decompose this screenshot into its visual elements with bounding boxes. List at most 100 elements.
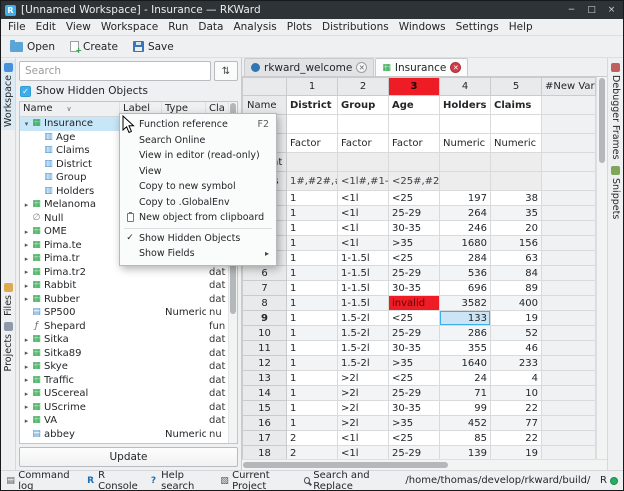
row-number[interactable]: 17	[243, 431, 287, 446]
data-cell[interactable]: 52	[491, 326, 542, 341]
menu-workspace[interactable]: Workspace	[96, 19, 163, 35]
tree-item-traffic[interactable]: ▸▦Trafficdat	[20, 374, 228, 388]
data-cell[interactable]: 1	[287, 416, 338, 431]
data-cell[interactable]: <25	[389, 251, 440, 266]
data-cell[interactable]: 1640	[440, 356, 491, 371]
data-cell[interactable]: 10	[491, 386, 542, 401]
menu-help[interactable]: Help	[504, 19, 538, 35]
data-cell[interactable]: <25	[389, 371, 440, 386]
data-cell[interactable]: 536	[440, 266, 491, 281]
meta-cell[interactable]	[491, 172, 542, 191]
menu-plots[interactable]: Plots	[282, 19, 317, 35]
meta-cell[interactable]	[440, 115, 491, 134]
data-cell[interactable]: 89	[491, 281, 542, 296]
meta-row-label[interactable]: Name	[243, 96, 287, 115]
horizontal-scrollbar[interactable]	[242, 459, 607, 470]
row-number[interactable]: 16	[243, 416, 287, 431]
statusbar-current-project-button[interactable]: ▧Current Project	[220, 470, 295, 491]
data-cell[interactable]: 1	[287, 326, 338, 341]
tree-item-sp500[interactable]: ▤SP500Numericnu	[20, 306, 228, 320]
data-cell[interactable]: >2l	[338, 401, 389, 416]
expander-icon[interactable]: ▸	[22, 268, 31, 276]
data-cell[interactable]: 30-35	[389, 401, 440, 416]
meta-cell[interactable]: District	[287, 96, 338, 115]
data-cell[interactable]: 22	[491, 401, 542, 416]
data-cell[interactable]: 1-1.5l	[338, 251, 389, 266]
tree-item-va[interactable]: ▸▦VAdat	[20, 414, 228, 428]
data-cell[interactable]: 1	[287, 371, 338, 386]
data-cell[interactable]: <1l	[338, 431, 389, 446]
data-cell[interactable]: 1680	[440, 236, 491, 251]
row-number[interactable]: 12	[243, 356, 287, 371]
data-cell[interactable]: 3582	[440, 296, 491, 311]
data-cell[interactable]: 233	[491, 356, 542, 371]
minimize-icon[interactable]: −	[564, 5, 579, 15]
data-cell[interactable]: 197	[440, 191, 491, 206]
new-variable-cell[interactable]	[542, 431, 596, 446]
menu-edit[interactable]: Edit	[31, 19, 61, 35]
column-header-1[interactable]: 1	[287, 78, 338, 96]
vertical-scrollbar[interactable]	[596, 77, 607, 459]
meta-cell[interactable]	[389, 115, 440, 134]
data-cell[interactable]: 1	[287, 401, 338, 416]
new-variable-cell[interactable]	[542, 341, 596, 356]
horizontal-scrollbar-thumb[interactable]	[243, 462, 448, 468]
tree-item-uscrime[interactable]: ▸▦UScrimedat	[20, 401, 228, 415]
new-variable-cell[interactable]	[542, 153, 596, 172]
data-cell[interactable]: 1	[287, 191, 338, 206]
data-cell[interactable]: <1l	[338, 191, 389, 206]
new-variable-cell[interactable]	[542, 236, 596, 251]
meta-cell[interactable]	[338, 115, 389, 134]
new-variable-cell[interactable]	[542, 221, 596, 236]
expander-icon[interactable]: ▸	[22, 201, 31, 209]
row-number[interactable]: 13	[243, 371, 287, 386]
checkbox-checked-icon[interactable]: ✓	[20, 86, 31, 97]
expander-icon[interactable]: ▸	[22, 255, 31, 263]
new-variable-cell[interactable]	[542, 115, 596, 134]
tree-item-uscereal[interactable]: ▸▦UScerealdat	[20, 387, 228, 401]
meta-cell[interactable]: Factor	[338, 134, 389, 153]
data-cell[interactable]: 1-1.5l	[338, 281, 389, 296]
tree-item-sitka89[interactable]: ▸▦Sitka89dat	[20, 347, 228, 361]
expander-icon[interactable]: ▸	[22, 228, 31, 236]
data-cell[interactable]: <25	[389, 431, 440, 446]
toolbar-open-button[interactable]: Open	[4, 39, 61, 55]
menu-file[interactable]: File	[3, 19, 31, 35]
context-item-copy-to-new-symbol[interactable]: Copy to new symbol	[120, 179, 276, 195]
expander-icon[interactable]: ▾	[22, 120, 31, 128]
new-variable-cell[interactable]	[542, 251, 596, 266]
expander-icon[interactable]: ▸	[22, 403, 31, 411]
vertical-scrollbar-thumb[interactable]	[599, 78, 605, 163]
data-cell[interactable]: 77	[491, 416, 542, 431]
dock-debugger-frames[interactable]: Debugger Frames	[608, 60, 623, 163]
data-cell[interactable]: 63	[491, 251, 542, 266]
tree-item-abbey[interactable]: ▤abbeyNumericnu	[20, 428, 228, 442]
context-item-show-hidden-objects[interactable]: ✓Show Hidden Objects	[120, 231, 276, 247]
tab-rkward-welcome[interactable]: rkward_welcome✕	[244, 58, 374, 76]
new-variable-cell[interactable]	[542, 266, 596, 281]
data-cell[interactable]: 25-29	[389, 326, 440, 341]
column-header-5[interactable]: 5	[491, 78, 542, 96]
meta-cell[interactable]: Age	[389, 96, 440, 115]
meta-cell[interactable]: 1#,#2#,#3#,#4	[287, 172, 338, 191]
column-header-3[interactable]: 3	[389, 78, 440, 96]
meta-cell[interactable]	[491, 153, 542, 172]
statusbar-help-search-button[interactable]: ?Help search	[149, 470, 211, 491]
new-variable-cell[interactable]	[542, 416, 596, 431]
data-cell[interactable]: 1-1.5l	[338, 296, 389, 311]
meta-cell[interactable]	[389, 153, 440, 172]
data-cell[interactable]: <1l	[338, 206, 389, 221]
data-cell[interactable]: 1.5-2l	[338, 341, 389, 356]
meta-cell[interactable]	[491, 115, 542, 134]
update-button[interactable]: Update	[19, 447, 238, 467]
data-cell[interactable]: 696	[440, 281, 491, 296]
data-cell[interactable]: <1l	[338, 236, 389, 251]
data-cell[interactable]: 1	[287, 356, 338, 371]
data-cell[interactable]: 1	[287, 206, 338, 221]
row-number[interactable]: 11	[243, 341, 287, 356]
new-variable-cell[interactable]	[542, 296, 596, 311]
show-hidden-objects-row[interactable]: ✓ Show Hidden Objects	[19, 84, 238, 98]
data-cell[interactable]: 139	[440, 446, 491, 460]
meta-cell[interactable]	[287, 153, 338, 172]
toolbar-save-button[interactable]: Save	[127, 39, 180, 55]
